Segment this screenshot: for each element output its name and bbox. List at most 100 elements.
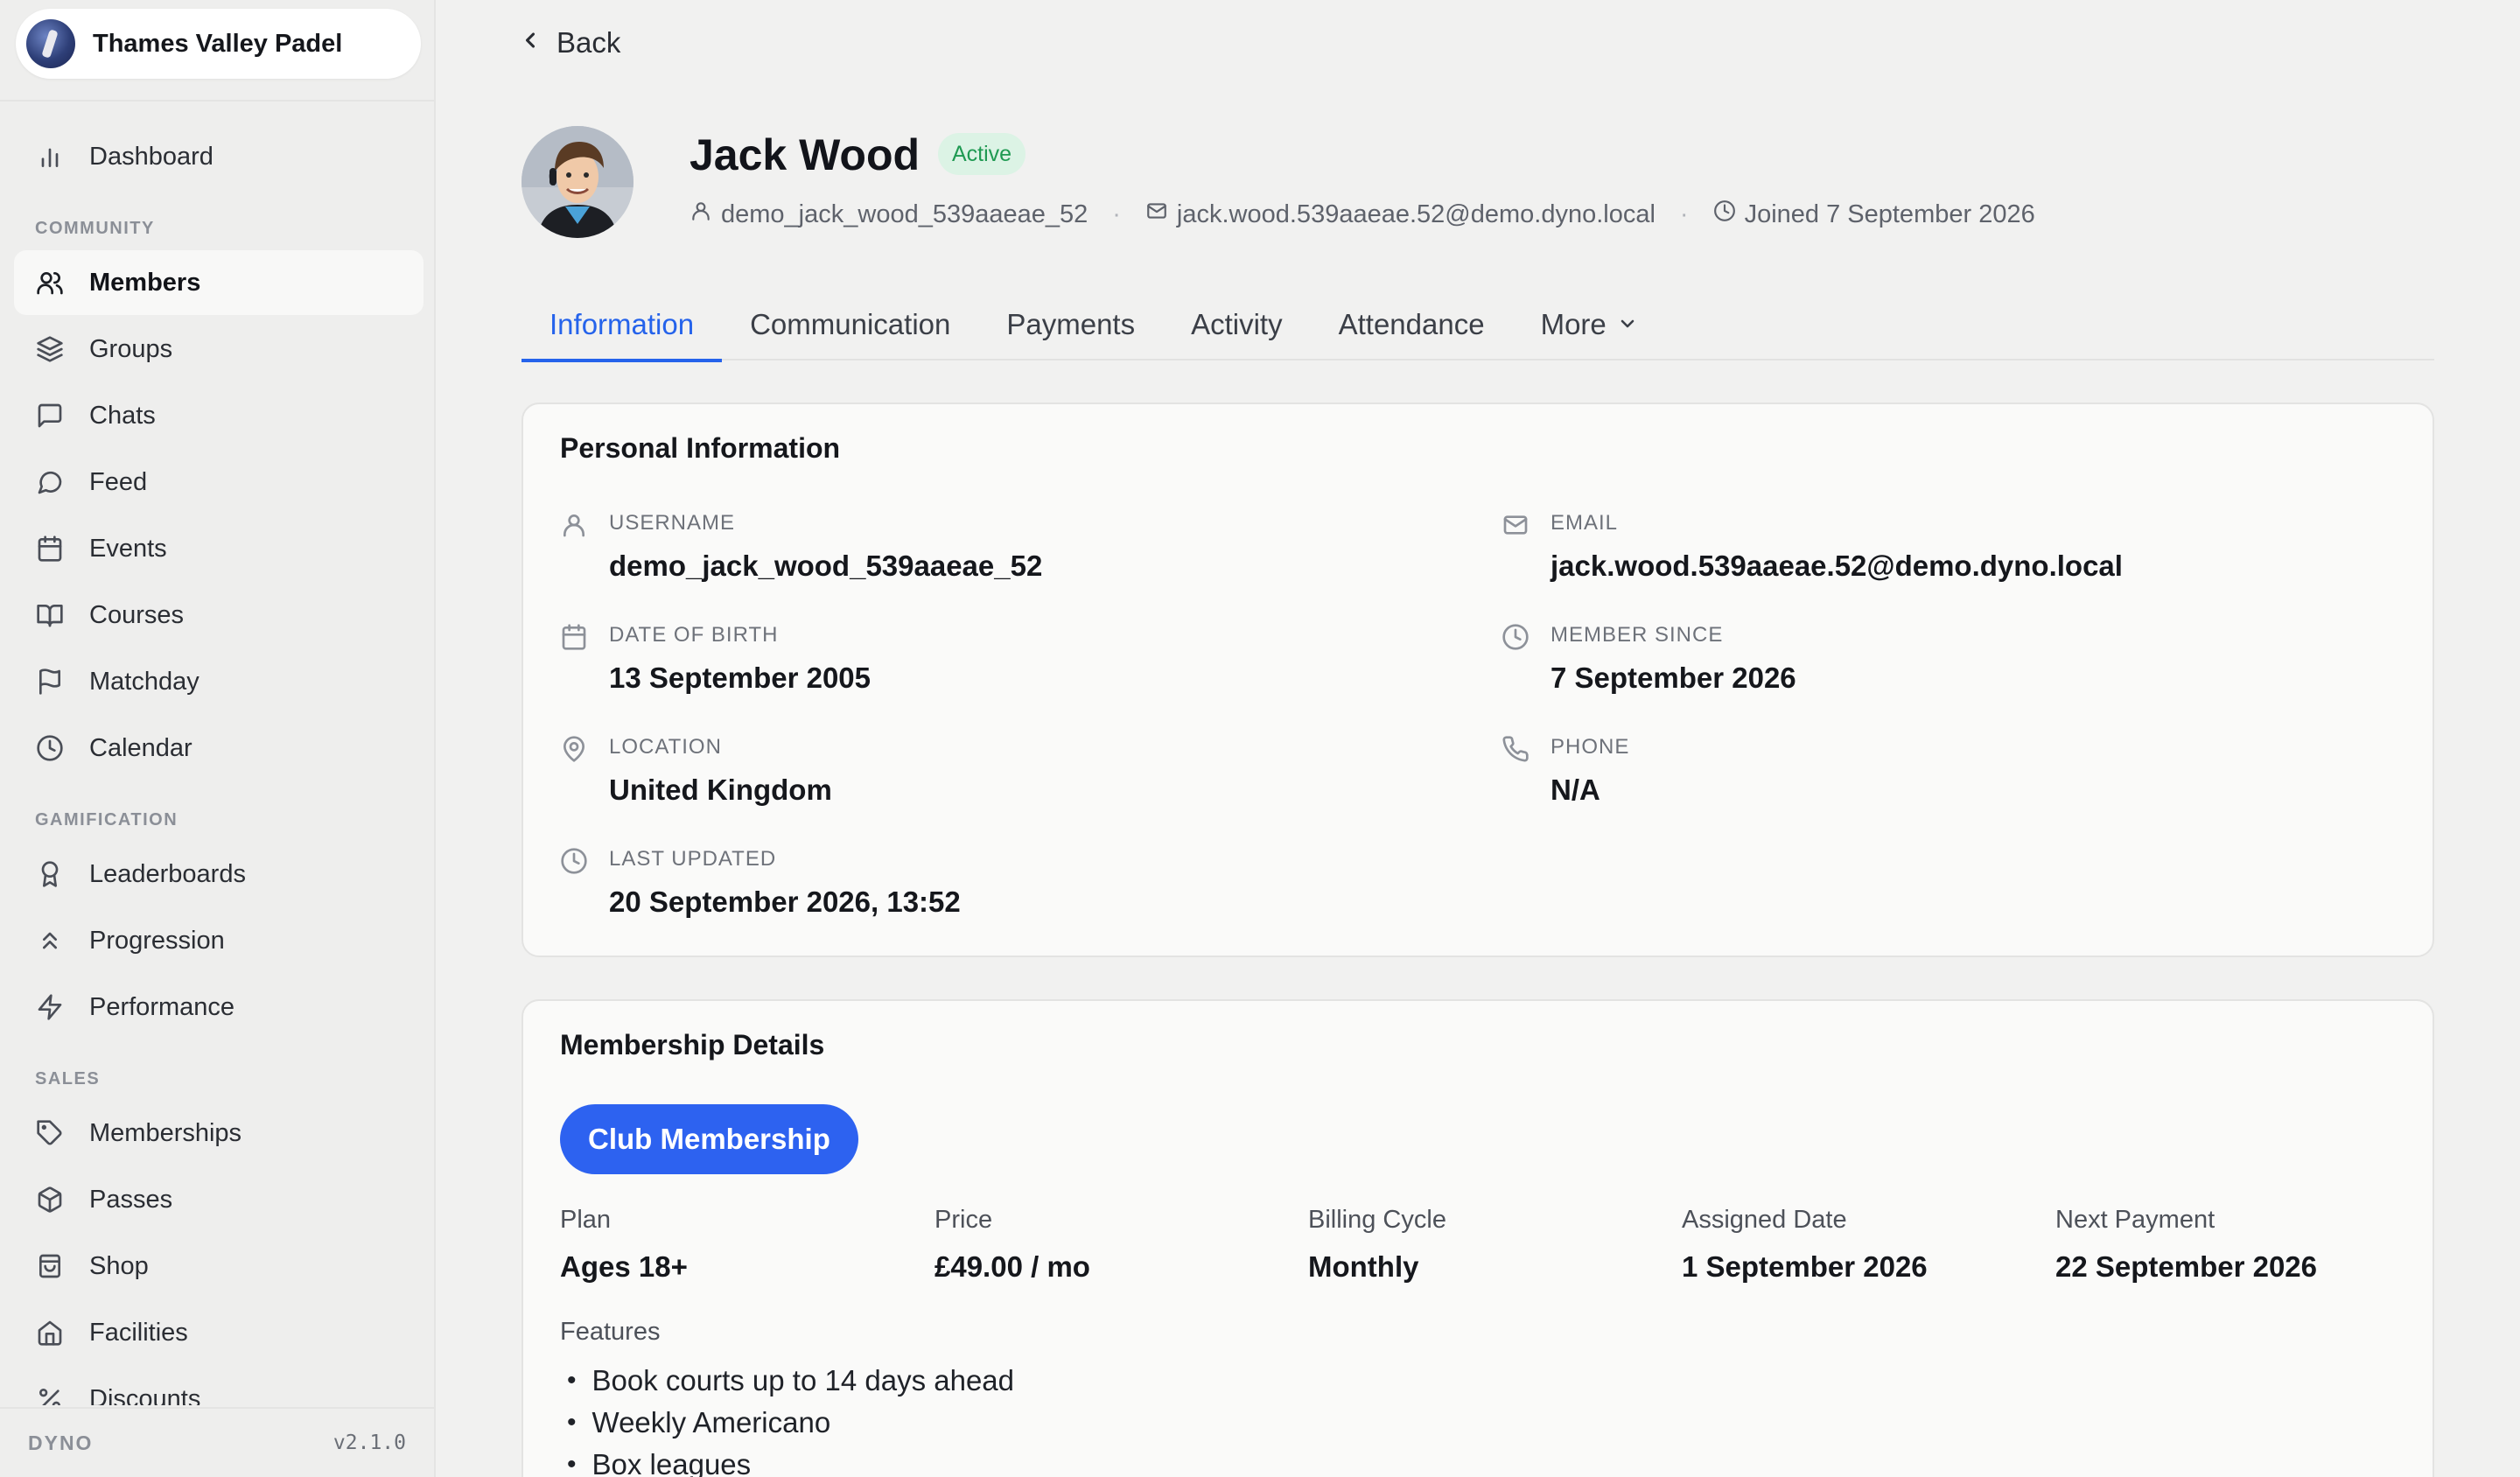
field-label: EMAIL <box>1550 511 1619 535</box>
field-phone: PHONE N/A <box>1502 735 1629 807</box>
personal-information-card: Personal Information USERNAME demo_jack_… <box>522 402 2434 957</box>
meta-email-text: jack.wood.539aaeae.52@demo.dyno.local <box>1176 200 1656 228</box>
calendar-icon <box>560 623 592 654</box>
sidebar-item-label: Leaderboards <box>89 859 246 888</box>
clock-icon <box>1502 623 1533 654</box>
sidebar-item-performance[interactable]: Performance <box>14 975 424 1040</box>
bar-chart-icon <box>35 142 65 172</box>
meta-joined-text: Joined 7 September 2026 <box>1744 200 2035 228</box>
sidebar-item-shop[interactable]: Shop <box>14 1234 424 1298</box>
message-square-icon <box>35 401 65 430</box>
phone-icon <box>1502 735 1533 766</box>
sidebar-item-facilities[interactable]: Facilities <box>14 1300 424 1365</box>
tab-more[interactable]: More <box>1513 289 1666 360</box>
field-label: LAST UPDATED <box>609 847 777 871</box>
tab-activity[interactable]: Activity <box>1163 289 1311 360</box>
tag-icon <box>35 1118 65 1148</box>
sidebar-item-label: Matchday <box>89 667 200 696</box>
calendar-icon <box>35 534 65 564</box>
field-label: LOCATION <box>609 735 722 759</box>
field-value: N/A <box>1550 774 1600 806</box>
chevrons-up-icon <box>35 926 65 956</box>
card-title: Personal Information <box>560 432 841 464</box>
meta-username-text: demo_jack_wood_539aaeae_52 <box>721 200 1088 228</box>
membership-price: Price £49.00 / mo <box>934 1206 1090 1284</box>
clock-icon <box>35 733 65 763</box>
book-open-icon <box>35 600 65 630</box>
sidebar-item-feed[interactable]: Feed <box>14 450 424 514</box>
features-label: Features <box>560 1318 661 1346</box>
sidebar-item-label: Members <box>89 268 201 297</box>
membership-plan: Plan Ages 18+ <box>560 1206 688 1284</box>
sidebar-item-calendar[interactable]: Calendar <box>14 716 424 780</box>
field-value: jack.wood.539aaeae.52@demo.dyno.local <box>1550 550 2123 582</box>
sidebar-item-progression[interactable]: Progression <box>14 908 424 973</box>
field-value: 7 September 2026 <box>1550 662 1796 694</box>
sidebar-nav[interactable]: Dashboard COMMUNITY Members Groups Chats… <box>0 102 434 1405</box>
sidebar-item-discounts[interactable]: Discounts <box>14 1367 424 1405</box>
membership-value: Monthly <box>1308 1250 1419 1283</box>
meta-email[interactable]: jack.wood.539aaeae.52@demo.dyno.local <box>1145 200 1656 229</box>
sidebar-item-label: Groups <box>89 334 173 363</box>
sidebar-item-label: Courses <box>89 600 184 629</box>
field-value: 20 September 2026, 13:52 <box>609 886 961 918</box>
membership-billing-cycle: Billing Cycle Monthly <box>1308 1206 1446 1284</box>
back-button[interactable]: Back <box>518 26 620 60</box>
award-icon <box>35 859 65 889</box>
tab-payments[interactable]: Payments <box>978 289 1163 360</box>
meta-separator: · <box>1679 200 1689 228</box>
sidebar-item-courses[interactable]: Courses <box>14 583 424 648</box>
meta-joined: Joined 7 September 2026 <box>1713 200 2035 229</box>
tab-communication[interactable]: Communication <box>722 289 978 360</box>
sidebar-item-dashboard[interactable]: Dashboard <box>14 124 424 189</box>
map-pin-icon <box>560 735 592 766</box>
sidebar-item-label: Progression <box>89 926 225 955</box>
membership-value: £49.00 / mo <box>934 1250 1090 1283</box>
sidebar-item-chats[interactable]: Chats <box>14 383 424 448</box>
sidebar-item-label: Passes <box>89 1185 173 1214</box>
section-label-gamification: GAMIFICATION <box>35 810 178 830</box>
club-name: Thames Valley Padel <box>93 29 343 58</box>
tab-more-label: More <box>1540 308 1606 340</box>
sidebar-item-events[interactable]: Events <box>14 516 424 581</box>
sidebar-item-label: Chats <box>89 401 156 430</box>
membership-value: 22 September 2026 <box>2055 1250 2318 1283</box>
mail-icon <box>1145 200 1177 229</box>
sidebar-item-groups[interactable]: Groups <box>14 317 424 382</box>
membership-label: Plan <box>560 1206 612 1234</box>
field-value: United Kingdom <box>609 774 832 806</box>
sidebar-item-label: Feed <box>89 467 148 496</box>
percent-icon <box>35 1384 65 1405</box>
membership-label: Assigned Date <box>1682 1206 1847 1234</box>
field-date-of-birth: DATE OF BIRTH 13 September 2005 <box>560 623 871 695</box>
card-title: Membership Details <box>560 1029 825 1060</box>
status-badge: Active <box>938 133 1026 175</box>
sidebar-item-matchday[interactable]: Matchday <box>14 649 424 714</box>
sidebar-item-members[interactable]: Members <box>14 250 424 315</box>
user-icon <box>560 511 592 542</box>
sidebar-item-leaderboards[interactable]: Leaderboards <box>14 842 424 906</box>
sidebar-item-label: Shop <box>89 1251 149 1280</box>
sidebar: Thames Valley Padel Dashboard COMMUNITY … <box>0 0 436 1477</box>
avatar <box>522 126 634 238</box>
brand-name: DYNO <box>28 1431 94 1454</box>
users-icon <box>35 268 65 298</box>
sidebar-item-label: Calendar <box>89 733 192 762</box>
section-label-sales: SALES <box>35 1069 101 1088</box>
field-label: MEMBER SINCE <box>1550 623 1724 647</box>
app-version: v2.1.0 <box>332 1432 406 1454</box>
section-label-community: COMMUNITY <box>35 219 155 238</box>
sidebar-item-label: Dashboard <box>89 142 214 171</box>
sidebar-item-passes[interactable]: Passes <box>14 1167 424 1232</box>
mail-icon <box>1502 511 1533 542</box>
sidebar-item-memberships[interactable]: Memberships <box>14 1101 424 1166</box>
club-switcher[interactable]: Thames Valley Padel <box>16 9 421 79</box>
features-list: Book courts up to 14 days ahead Weekly A… <box>560 1360 1015 1477</box>
tab-information[interactable]: Information <box>522 289 723 362</box>
tab-attendance[interactable]: Attendance <box>1311 289 1513 360</box>
field-email: EMAIL jack.wood.539aaeae.52@demo.dyno.lo… <box>1502 511 2123 583</box>
field-last-updated: LAST UPDATED 20 September 2026, 13:52 <box>560 847 961 919</box>
message-circle-icon <box>35 467 65 497</box>
membership-plan-pill[interactable]: Club Membership <box>560 1104 858 1174</box>
member-meta: demo_jack_wood_539aaeae_52 · jack.wood.5… <box>690 200 2035 229</box>
